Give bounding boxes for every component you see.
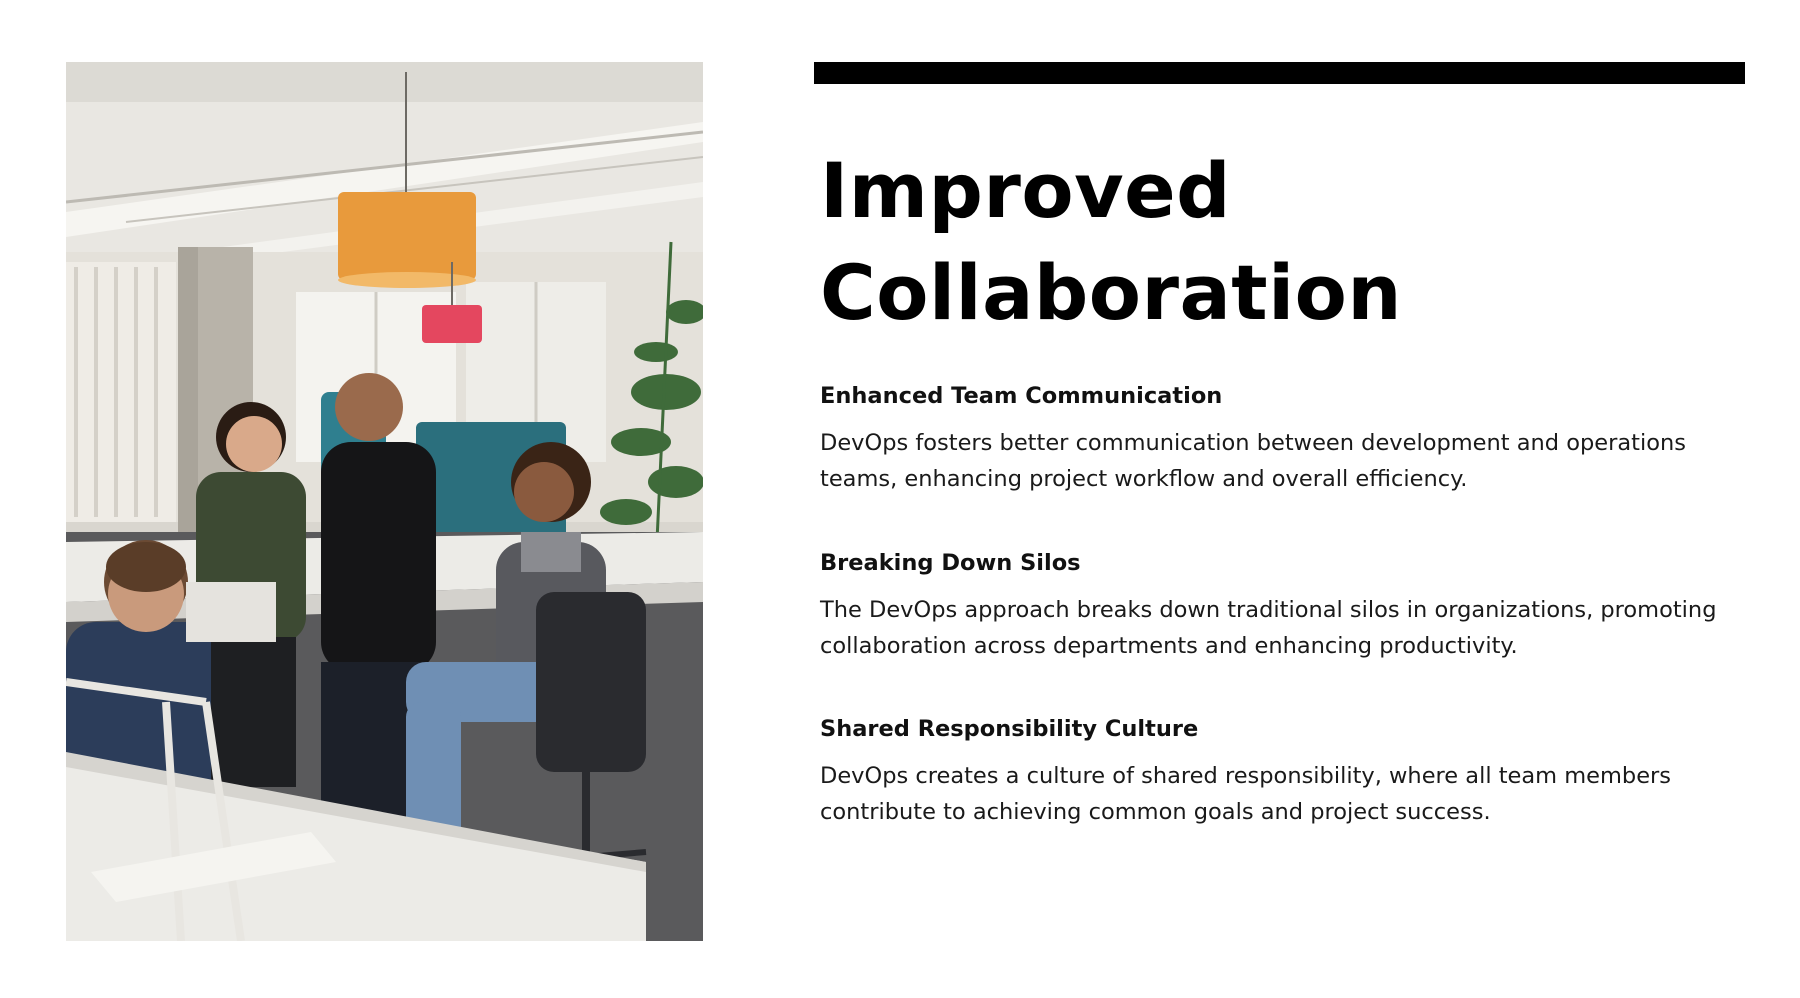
section-body: DevOps creates a culture of shared respo… [820,763,1672,825]
slide-title-line1: Improved [820,146,1232,235]
section-body: The DevOps approach breaks down traditio… [820,597,1717,659]
top-accent-rule [814,62,1745,84]
section-breaking-down-silos: Breaking Down Silos The DevOps approach … [820,548,1740,664]
slide: Improved Collaboration Enhanced Team Com… [0,0,1800,998]
section-heading: Breaking Down Silos [820,550,1081,576]
section-heading: Enhanced Team Communication [820,383,1223,409]
office-team-photo [66,62,703,941]
section-heading: Shared Responsibility Culture [820,716,1199,742]
section-body: DevOps fosters better communication betw… [820,430,1686,492]
section-enhanced-team-communication: Enhanced Team Communication DevOps foste… [820,381,1740,497]
slide-title: Improved Collaboration [820,140,1720,344]
slide-title-line2: Collaboration [820,248,1402,337]
section-shared-responsibility-culture: Shared Responsibility Culture DevOps cre… [820,714,1740,830]
